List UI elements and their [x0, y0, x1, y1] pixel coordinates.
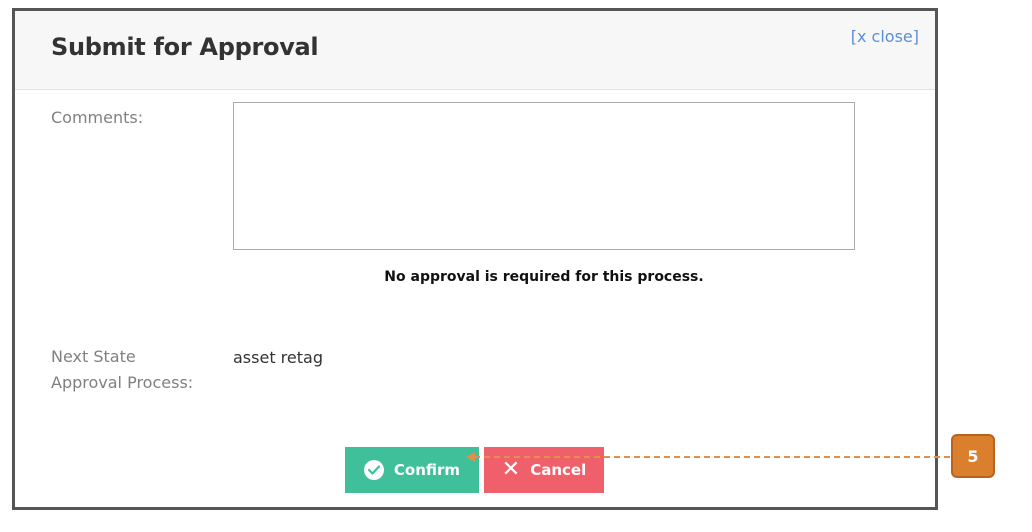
dialog-header: Submit for Approval [x close] [15, 11, 935, 90]
approval-notice: No approval is required for this process… [384, 269, 704, 285]
x-icon: ✕ [501, 457, 521, 482]
next-state-label: Next State Approval Process: [51, 344, 193, 396]
confirm-button[interactable]: Confirm [345, 447, 479, 493]
next-state-label-line2: Approval Process: [51, 373, 194, 392]
cancel-button[interactable]: ✕ Cancel [484, 447, 604, 493]
check-circle-icon [363, 460, 384, 480]
dialog-title: Submit for Approval [51, 33, 319, 61]
cancel-label: Cancel [530, 461, 587, 479]
next-state-label-line1: Next State [51, 347, 136, 366]
comments-label: Comments: [51, 108, 144, 127]
callout-badge: 5 [951, 434, 995, 478]
comments-textarea[interactable] [233, 102, 855, 250]
screenshot-canvas: Submit for Approval [x close] Comments: … [0, 0, 1032, 532]
submit-approval-dialog: Submit for Approval [x close] Comments: … [12, 8, 938, 510]
callout-connector [474, 456, 950, 458]
confirm-label: Confirm [393, 461, 461, 479]
close-link[interactable]: [x close] [851, 27, 919, 46]
next-state-value: asset retag [233, 348, 323, 367]
